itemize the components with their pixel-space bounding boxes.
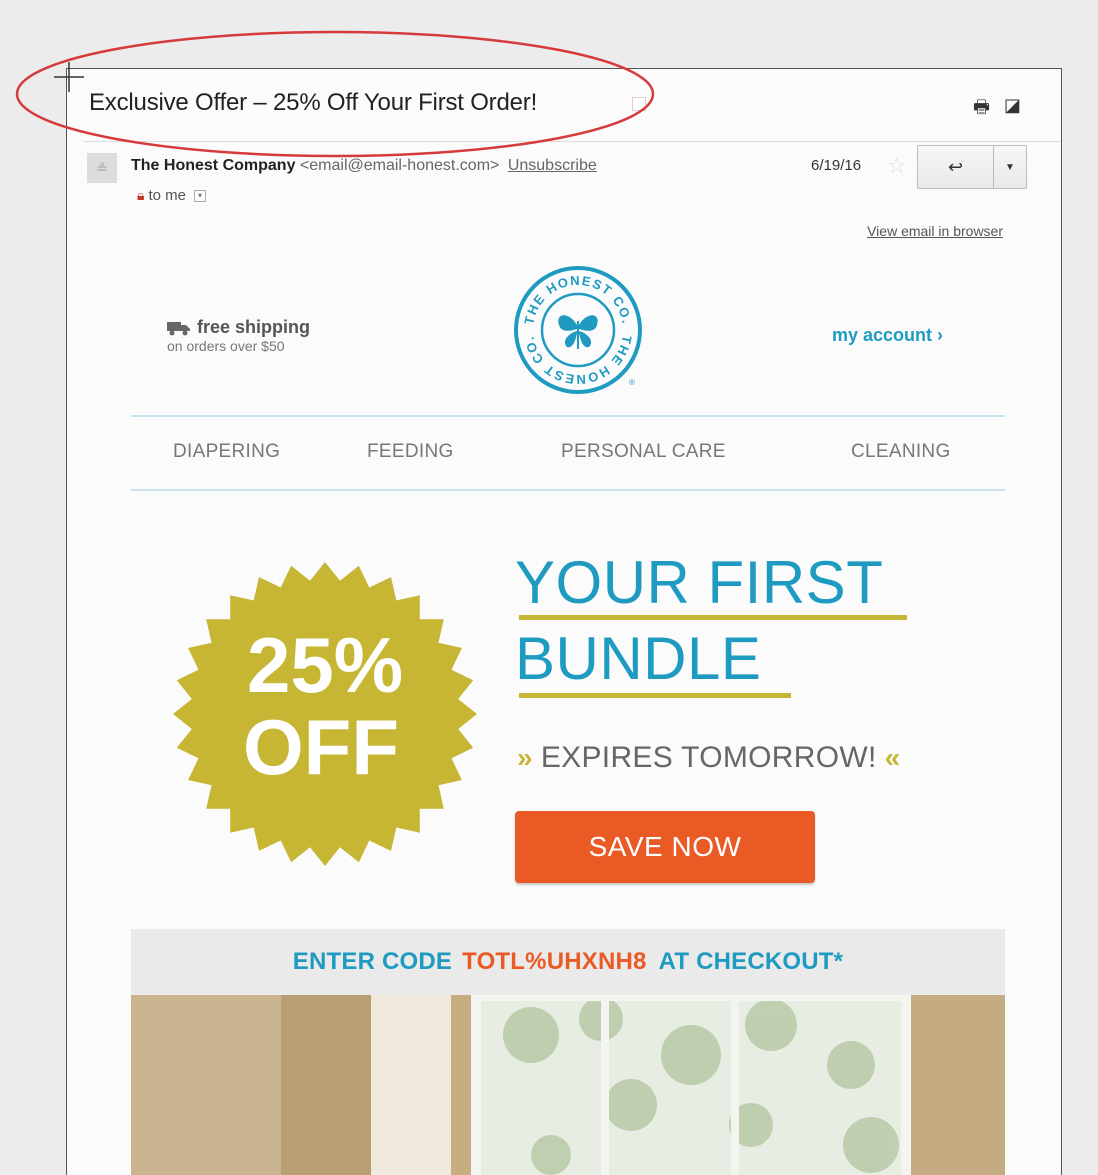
sender-name[interactable]: The Honest Company [131, 157, 295, 174]
honest-co-logo[interactable]: THE HONEST CO. THE HONEST CO. ® [511, 263, 645, 397]
butterfly-icon [558, 315, 598, 349]
avatar: ≗ [87, 153, 117, 183]
more-actions-button[interactable]: ▼ [994, 146, 1026, 188]
star-icon[interactable]: ☆ [887, 153, 907, 179]
shipping-title: free shipping [197, 317, 311, 337]
svg-text:®: ® [629, 378, 635, 387]
hero-photo [131, 995, 1005, 1175]
reply-button[interactable]: ↩ [918, 146, 994, 188]
headline-underline-1 [519, 615, 907, 620]
save-now-button[interactable]: SAVE NOW [515, 811, 815, 883]
header-actions: 🖶 ◪ [973, 95, 1021, 125]
expires-line: » EXPIRES TOMORROW! « [517, 741, 900, 775]
email-date: 6/19/16 [811, 157, 862, 174]
recipient-details-dropdown[interactable]: ▾ [193, 189, 206, 202]
nav-diapering[interactable]: DIAPERING [173, 441, 280, 463]
expires-text: EXPIRES TOMORROW! [540, 741, 877, 774]
chevron-left-icon: « [884, 742, 901, 773]
recipient-line: 🔒︎ to me ▾ [137, 187, 206, 204]
headline-line-1: YOUR FIRST [515, 549, 884, 616]
print-icon[interactable]: 🖶 [973, 95, 990, 125]
popout-icon[interactable]: ◪ [1004, 95, 1021, 125]
badge-off: OFF [243, 703, 399, 791]
truck-icon [167, 321, 190, 335]
email-window: Exclusive Offer – 25% Off Your First Ord… [66, 68, 1062, 1175]
my-account-link[interactable]: my account › [832, 325, 943, 346]
sender-line: The Honest Company <email@email-honest.c… [131, 157, 597, 175]
promo-code-bar: ENTER CODE TOTL%UHXNH8 AT CHECKOUT* [131, 929, 1005, 995]
badge-percent: 25% [247, 621, 403, 709]
shipping-subtitle: on orders over $50 [167, 338, 285, 354]
code-suffix: AT CHECKOUT* [658, 948, 844, 975]
nav-top-divider [131, 415, 1005, 417]
discount-badge: 25% OFF [173, 562, 477, 866]
reply-icon: ↩ [947, 156, 964, 177]
label-checkbox[interactable] [632, 97, 646, 111]
person-icon: ≗ [96, 159, 108, 176]
recipient-label: to me [148, 187, 186, 204]
nav-cleaning[interactable]: CLEANING [851, 441, 951, 463]
sender-email: <email@email-honest.com> [299, 157, 500, 174]
header-divider [83, 141, 1061, 142]
view-in-browser-link[interactable]: View email in browser [867, 223, 1003, 239]
chevron-right-icon: » [517, 742, 533, 773]
dropdown-icon: ▼ [1005, 161, 1015, 173]
free-shipping-block[interactable]: free shipping on orders over $50 [167, 317, 310, 354]
email-subject: Exclusive Offer – 25% Off Your First Ord… [89, 89, 538, 116]
nav-personal-care[interactable]: PERSONAL CARE [561, 441, 726, 463]
nav-feeding[interactable]: FEEDING [367, 441, 454, 463]
promo-code: TOTL%UHXNH8 [462, 948, 647, 975]
code-prefix: ENTER CODE [292, 948, 453, 975]
reply-button-group: ↩ ▼ [917, 145, 1027, 189]
headline-underline-2 [519, 693, 791, 698]
unsubscribe-link[interactable]: Unsubscribe [508, 157, 597, 174]
lock-icon: 🔒︎ [137, 187, 145, 203]
nav-bottom-divider [131, 489, 1005, 491]
headline-line-2: BUNDLE [515, 625, 762, 692]
